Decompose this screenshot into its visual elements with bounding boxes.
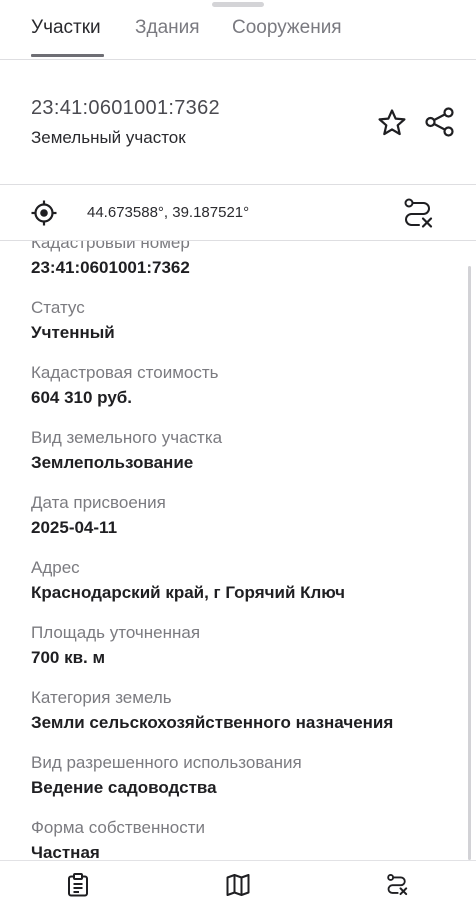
detail-row: Дата присвоения 2025-04-11 [31, 489, 461, 554]
tab-bar: Участки Здания Сооружения [0, 0, 476, 60]
coordinates-value[interactable]: 44.673588°, 39.187521° [87, 204, 249, 221]
map-icon[interactable] [226, 873, 250, 897]
detail-row: Площадь уточненная 700 кв. м [31, 619, 461, 684]
detail-value[interactable]: 2025-04-11 [31, 518, 117, 538]
detail-value[interactable]: Землепользование [31, 453, 193, 473]
route-cancel-icon[interactable] [401, 196, 435, 230]
detail-label: Вид земельного участка [31, 428, 223, 447]
detail-row: Адрес Краснодарский край, г Горячий Ключ [31, 554, 461, 619]
detail-row: Вид разрешенного использования Ведение са… [31, 749, 461, 814]
detail-row: Кадастровая стоимость 604 310 руб. [31, 359, 461, 424]
detail-value[interactable]: Земли сельскохозяйственного назначения [31, 713, 393, 733]
detail-value[interactable]: 604 310 руб. [31, 388, 132, 408]
detail-row: Категория земель Земли сельскохозяйственн… [31, 684, 461, 749]
detail-value[interactable]: Учтенный [31, 323, 115, 343]
detail-value[interactable]: Частная [31, 843, 100, 859]
details-list[interactable]: Кадастровый номер 23:41:0601001:7362 Стату… [0, 241, 476, 859]
object-type-label: Земельный участок [31, 128, 186, 147]
detail-label: Категория земель [31, 688, 172, 707]
detail-row: Статус Учтенный [31, 294, 461, 359]
detail-value[interactable]: 700 кв. м [31, 648, 105, 668]
crosshair-icon[interactable] [30, 199, 58, 227]
clipboard-icon[interactable] [67, 873, 89, 897]
object-header: 23:41:0601001:7362 Земельный участок [0, 60, 476, 185]
share-icon[interactable] [423, 105, 457, 139]
detail-label: Площадь уточненная [31, 623, 201, 642]
tab-buildings[interactable]: Здания [135, 17, 200, 39]
nav-route-cancel-icon[interactable] [385, 872, 409, 897]
detail-label: Вид разрешенного использования [31, 753, 302, 772]
bottom-navigation [0, 860, 476, 900]
detail-label: Кадастровая стоимость [31, 363, 219, 382]
detail-value[interactable]: Ведение садоводства [31, 778, 217, 798]
detail-label: Дата присвоения [31, 493, 166, 512]
detail-row: Кадастровый номер 23:41:0601001:7362 [31, 241, 461, 294]
coordinates-bar: 44.673588°, 39.187521° [0, 185, 476, 241]
detail-label: Форма собственности [31, 818, 205, 837]
cadastral-number-title: 23:41:0601001:7362 [31, 97, 220, 119]
detail-value[interactable]: 23:41:0601001:7362 [31, 258, 190, 278]
detail-row: Вид земельного участка Землепользование [31, 424, 461, 489]
detail-label: Кадастровый номер [31, 241, 190, 252]
active-tab-indicator [31, 54, 104, 57]
details-inner: Кадастровый номер 23:41:0601001:7362 Стату… [31, 241, 461, 859]
detail-value[interactable]: Краснодарский край, г Горячий Ключ [31, 583, 345, 603]
star-outline-icon[interactable] [376, 107, 408, 139]
detail-row: Форма собственности Частная [31, 814, 461, 859]
tab-plots[interactable]: Участки [31, 17, 101, 39]
detail-label: Статус [31, 298, 85, 317]
detail-label: Адрес [31, 558, 80, 577]
tab-structures[interactable]: Сооружения [232, 17, 342, 39]
scrollbar[interactable] [468, 266, 471, 860]
